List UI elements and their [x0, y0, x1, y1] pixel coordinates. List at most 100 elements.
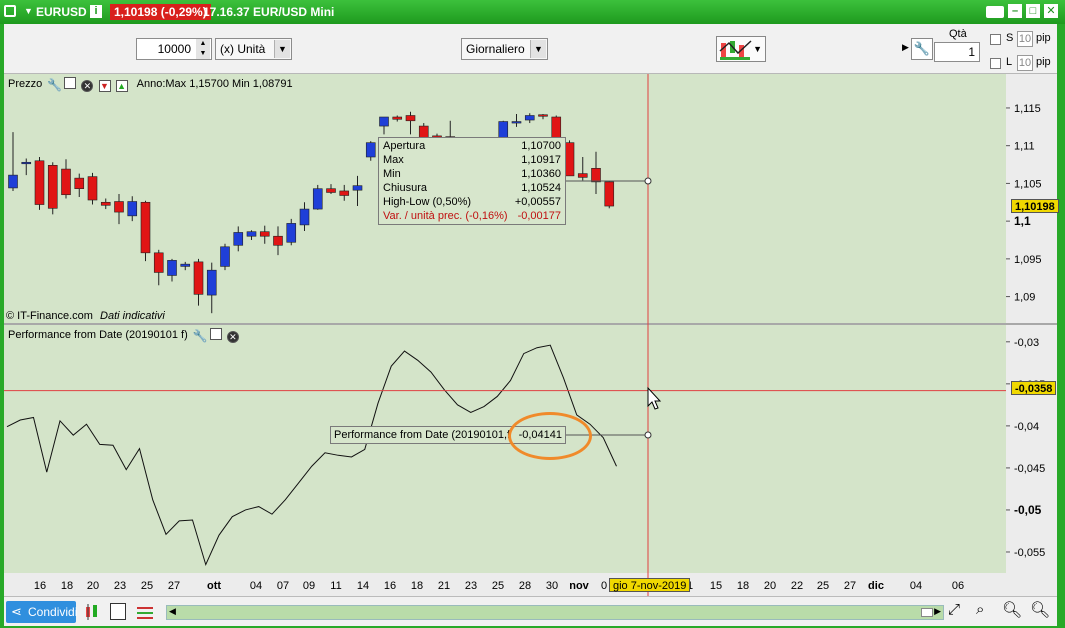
close-icon[interactable]: ✕: [81, 80, 94, 92]
wrench-icon[interactable]: 🔧: [47, 79, 62, 92]
x-axis-label: 25: [141, 580, 153, 592]
price-tick-label: 1,1: [1014, 214, 1031, 228]
tooltip-value: 1,10524: [521, 182, 561, 194]
x-axis-label: 15: [710, 580, 722, 592]
candle-body: [524, 115, 535, 121]
x-axis-label: 25: [817, 580, 829, 592]
x-axis-label: 20: [87, 580, 99, 592]
cursor-date-tag: gio 7-nov-2019: [609, 578, 691, 592]
bar-chart-icon[interactable]: [136, 604, 154, 620]
tooltip-row: Max 1,10917: [383, 154, 561, 168]
x-axis-label: 16: [34, 580, 46, 592]
candle-body: [418, 125, 429, 138]
candle-body: [8, 174, 18, 189]
share-label: Condividi: [28, 605, 78, 619]
price-tick-label: 1,11: [1014, 141, 1035, 153]
scroll-right-icon[interactable]: ▶: [934, 606, 941, 617]
zoom-in-icon[interactable]: 🔍︎: [1030, 600, 1050, 620]
performance-panel-header: Performance from Date (20190101 f) 🔧 ✕: [8, 328, 239, 343]
candle-body: [206, 269, 217, 296]
close-icon[interactable]: ✕: [226, 331, 239, 343]
candlestick-icon[interactable]: [84, 603, 102, 621]
zoom-fit-icon[interactable]: ⤢: [948, 601, 960, 618]
candle-body: [140, 201, 151, 254]
price-tick-label: 1,105: [1014, 178, 1042, 190]
x-axis-label: nov: [569, 580, 589, 592]
candle-body: [577, 173, 588, 178]
x-axis-label: 22: [791, 580, 803, 592]
x-axis-label: 16: [384, 580, 396, 592]
zoom-reset-icon[interactable]: ⌕: [976, 601, 984, 618]
candle-body: [180, 263, 191, 267]
share-button[interactable]: ⋖ Condividi: [6, 601, 78, 623]
wrench-icon[interactable]: 🔧: [193, 330, 208, 343]
x-axis-label: 04: [910, 580, 922, 592]
scroll-thumb[interactable]: [921, 608, 933, 617]
x-axis-label: 07: [277, 580, 289, 592]
candle-body: [538, 114, 548, 117]
candle-body: [365, 142, 376, 158]
candle-body: [259, 231, 270, 237]
tooltip-value: 1,10917: [521, 154, 561, 166]
x-axis-label: 09: [303, 580, 315, 592]
candle-body: [47, 165, 58, 209]
x-axis-label: 18: [411, 580, 423, 592]
x-axis-label: 30: [546, 580, 558, 592]
tooltip-value: 1,10700: [521, 140, 561, 152]
x-axis-label: 20: [764, 580, 776, 592]
x-axis-label: 14: [357, 580, 369, 592]
candle-body: [312, 188, 323, 210]
candle-body: [591, 168, 601, 183]
x-axis-label: 23: [465, 580, 477, 592]
candle-body: [273, 235, 283, 246]
x-axis-label: 27: [844, 580, 856, 592]
candle-body: [220, 246, 230, 267]
zoom-out-icon[interactable]: 🔍︎: [1002, 600, 1022, 620]
cursor-value-tag: -0,0358: [1011, 381, 1057, 395]
highlight-ellipse: [508, 412, 592, 460]
scroll-left-icon[interactable]: ◀: [169, 606, 176, 617]
window-icon[interactable]: [209, 328, 222, 340]
x-axis-label: 0: [601, 580, 607, 592]
candle-tooltip: Apertura 1,10700 Max 1,10917 Min 1,10360 Chius…: [378, 137, 566, 225]
candle-body: [339, 190, 350, 196]
x-axis-label: 27: [168, 580, 180, 592]
x-axis-label: 06: [952, 580, 964, 592]
horizontal-scrollbar[interactable]: ◀ ▶: [166, 605, 944, 620]
price-panel-header: Prezzo 🔧 ✕ ▼ ▲ Anno:Max 1,15700 Min 1,08…: [8, 77, 293, 92]
move-up-icon[interactable]: ▲: [115, 80, 128, 92]
candle-body: [193, 261, 204, 295]
share-icon: ⋖: [11, 604, 22, 619]
price-tick-label: 1,115: [1014, 103, 1041, 115]
candle-body: [74, 177, 85, 189]
tooltip-label: High-Low (0,50%): [383, 196, 472, 208]
price-panel-title: Prezzo: [8, 78, 43, 90]
performance-label-text: Performance from Date (20190101,f: [334, 429, 511, 441]
tooltip-label: Var. / unità prec. (-0,16%): [383, 210, 508, 222]
copyright-text: © IT-Finance.com Dati indicativi: [6, 310, 165, 322]
window-icon[interactable]: [64, 77, 77, 89]
candle-body: [153, 252, 164, 273]
move-down-icon[interactable]: ▼: [98, 80, 111, 92]
candle-body: [299, 208, 310, 226]
tooltip-label: Chiusura: [383, 182, 428, 194]
candle-body: [379, 116, 389, 127]
candle-body: [392, 116, 403, 120]
tooltip-row: Min 1,10360: [383, 168, 561, 182]
last-price-tag: 1,10198: [1011, 199, 1059, 213]
price-tick-label: 1,095: [1014, 254, 1042, 266]
tooltip-label: Max: [383, 154, 404, 166]
candle-body: [352, 185, 363, 191]
tooltip-value: 1,10360: [521, 168, 561, 180]
candle-body: [87, 176, 98, 201]
perf-tick-label: -0,03: [1014, 337, 1039, 349]
list-icon[interactable]: [110, 603, 126, 620]
perf-tick-label: -0,055: [1014, 547, 1045, 559]
candle-body: [100, 201, 111, 206]
performance-panel-title: Performance from Date (20190101 f): [8, 329, 188, 341]
mouse-cursor-icon: [647, 386, 662, 410]
candle-body: [127, 201, 138, 217]
x-axis-label: 18: [737, 580, 749, 592]
candle-body: [604, 181, 615, 207]
candle-body: [233, 232, 244, 246]
